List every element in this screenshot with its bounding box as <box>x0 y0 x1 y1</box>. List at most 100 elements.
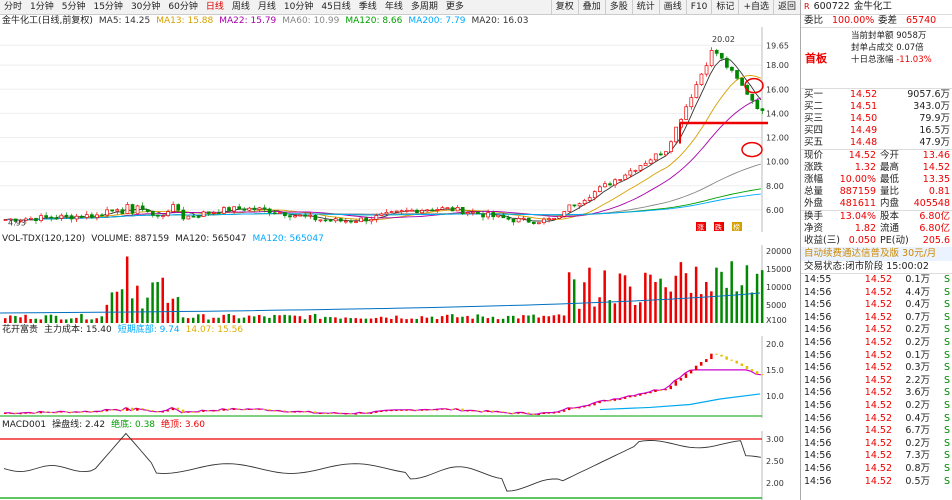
volume-bar <box>476 314 479 323</box>
volume-bar <box>110 292 114 323</box>
toolbar-button-6[interactable]: 标记 <box>711 0 738 14</box>
tab-7[interactable]: 周线 <box>228 0 254 14</box>
bid-row[interactable]: 买二 14.51 343.0万 <box>801 101 952 113</box>
candle-body <box>633 169 638 172</box>
ma22-label: MA22: 15.79 <box>219 16 277 26</box>
cost-chart[interactable]: 20.0 15.0 10.0 <box>0 336 800 418</box>
volume-bar <box>247 315 251 323</box>
toolbar-button-5[interactable]: F10 <box>685 0 712 14</box>
candle-body <box>252 207 257 210</box>
volume-bar <box>537 317 540 323</box>
cost-candle <box>517 412 520 414</box>
tick-row: 14:56 14.52 0.2万 S <box>801 400 952 413</box>
volume-bar <box>567 272 571 323</box>
candle-body <box>100 214 104 217</box>
toolbar-button-1[interactable]: 叠加 <box>577 0 605 14</box>
tab-5[interactable]: 60分钟 <box>164 0 201 14</box>
toolbar-button-7[interactable]: +自选 <box>738 0 773 14</box>
toolbar-button-8[interactable]: 返回 <box>772 0 800 14</box>
renewal-banner[interactable]: 自动续费通达信普及版 30元/月 <box>801 247 952 261</box>
quote-stats: 现价 14.52 今开 13.46 涨跌 1.32 最高 14.52 涨幅 10.00% 最低 13.… <box>801 149 952 210</box>
quote-stats-2: 换手 13.04% 股本 6.80亿 净资 1.82 流通 6.80亿 收益(三) 0.050 PE… <box>801 210 952 247</box>
tick-time: 14:56 <box>804 412 832 424</box>
cost-candle <box>725 356 728 360</box>
tick-price: 14.52 <box>864 475 892 487</box>
volume-bar <box>385 317 388 323</box>
volume-bar <box>24 314 27 323</box>
tick-row: 14:56 14.52 0.4万 S <box>801 299 952 312</box>
stat-value: 887159 <box>839 186 876 197</box>
candle-body <box>587 197 592 201</box>
bid-row[interactable]: 买四 14.49 16.5万 <box>801 125 952 137</box>
vol-value: VOLUME: 887159 <box>91 234 170 244</box>
ma20-label: MA20: 16.03 <box>471 16 529 26</box>
toolbar-button-2[interactable]: 多股 <box>604 0 632 14</box>
tab-12[interactable]: 年线 <box>381 0 407 14</box>
cost-candle <box>369 412 373 414</box>
candle-body <box>714 49 719 54</box>
volume-bar <box>547 316 551 323</box>
cost-candle <box>501 411 505 413</box>
tab-6[interactable]: 日线 <box>202 0 228 14</box>
tick-side: S <box>943 450 950 462</box>
bid-row[interactable]: 买三 14.50 79.9万 <box>801 113 952 125</box>
volume-bar <box>527 315 530 323</box>
tab-8[interactable]: 月线 <box>254 0 280 14</box>
cost-candle <box>598 401 601 404</box>
candle-body <box>262 207 267 210</box>
tab-14[interactable]: 更多 <box>442 0 468 14</box>
tick-list[interactable]: 14:55 14.52 0.1万 S 14:56 14.52 4.4万 S 14:56 14.52… <box>801 273 952 488</box>
candle-body <box>643 162 648 166</box>
tick-side: S <box>943 425 950 437</box>
cost-candle <box>298 411 302 413</box>
event-tag-label: 跌 <box>715 223 722 232</box>
cost-candle <box>136 408 139 411</box>
tab-11[interactable]: 季线 <box>355 0 381 14</box>
tab-0[interactable]: 分时 <box>0 0 26 14</box>
tab-4[interactable]: 30分钟 <box>127 0 164 14</box>
candle-body <box>44 215 48 218</box>
candle-body <box>196 216 201 218</box>
volume-chart[interactable]: 20000 15000 10000 5000 X100 <box>0 245 800 323</box>
bid-row[interactable]: 买一 14.52 9057.6万 <box>801 89 952 101</box>
toolbar-button-3[interactable]: 统计 <box>631 0 659 14</box>
macd-chart[interactable]: 3.00 2.50 2.00 <box>0 431 800 500</box>
bid-row[interactable]: 买五 14.48 47.9万 <box>801 137 952 149</box>
cost-candle <box>151 410 154 412</box>
toolbar-button-4[interactable]: 画线 <box>658 0 686 14</box>
volume-bar <box>354 318 358 323</box>
macd-tick: 2.50 <box>766 457 784 466</box>
tab-13[interactable]: 多周期 <box>407 0 442 14</box>
vol-tick: 5000 <box>766 301 786 310</box>
cost-candle <box>217 410 220 412</box>
stat-label: 外盘 <box>804 198 824 209</box>
bid-volume: 16.5万 <box>919 125 950 136</box>
candle-body <box>3 219 8 221</box>
cost-candle <box>486 410 490 413</box>
volume-bar <box>496 319 500 323</box>
tick-row: 14:56 14.52 0.2万 S <box>801 438 952 451</box>
bid-book: 买一 14.52 9057.6万 买二 14.51 343.0万 买三 14.50 79.9万买… <box>801 88 952 149</box>
tab-2[interactable]: 5分钟 <box>58 0 90 14</box>
tick-side: S <box>943 374 950 386</box>
volume-bar <box>146 297 149 323</box>
candle-body <box>135 205 140 214</box>
candle-body <box>333 218 338 222</box>
tab-10[interactable]: 45日线 <box>317 0 354 14</box>
tick-price: 14.52 <box>864 399 892 411</box>
tab-3[interactable]: 15分钟 <box>89 0 126 14</box>
tab-9[interactable]: 10分钟 <box>280 0 317 14</box>
volume-bar <box>273 314 276 323</box>
volume-bar <box>735 291 739 323</box>
toolbar-button-0[interactable]: 复权 <box>550 0 578 14</box>
volume-bar <box>197 314 200 323</box>
tick-side: S <box>943 437 950 449</box>
cost-candle <box>212 410 215 412</box>
candle-body <box>313 214 318 221</box>
candle-body <box>150 211 155 216</box>
tab-1[interactable]: 1分钟 <box>26 0 58 14</box>
candlestick-chart[interactable]: 19.65 18.00 16.00 14.00 12.00 10.00 8.00 6.00 20… <box>0 27 800 232</box>
cost-candle <box>75 411 78 413</box>
cost-candle <box>720 354 723 357</box>
tick-volume: 0.4万 <box>905 412 930 424</box>
